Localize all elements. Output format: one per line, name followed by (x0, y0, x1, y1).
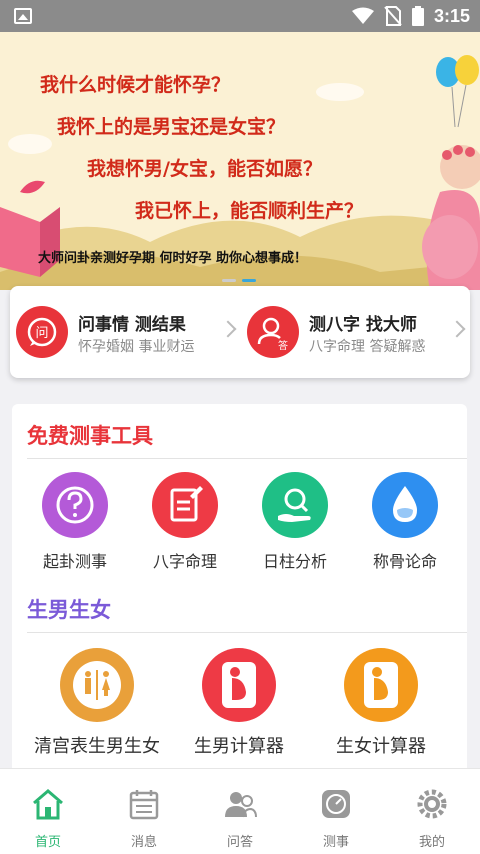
nav-qa[interactable]: 问答 (192, 769, 288, 854)
battery-icon (411, 6, 424, 26)
no-sim-icon (384, 6, 402, 26)
dial-icon (322, 790, 350, 818)
water-drop-icon (372, 472, 438, 538)
nav-label: 我的 (418, 835, 445, 850)
pregnant-icon (344, 648, 418, 722)
status-bar: 3:15 (0, 0, 480, 32)
quick-entry-title: 测八字 找大师 (309, 315, 417, 335)
gear-icon (417, 789, 447, 819)
home-icon (33, 789, 63, 820)
nav-label: 问答 (226, 835, 253, 850)
svg-text:答: 答 (278, 339, 288, 352)
divider (27, 632, 467, 633)
chevron-right-icon (219, 320, 237, 338)
tool-label: 称骨论命 (372, 552, 437, 571)
nav-home[interactable]: 首页 (0, 769, 96, 854)
nav-messages[interactable]: 消息 (96, 769, 192, 854)
promo-banner[interactable]: 我什么时候才能怀孕？ 我怀上的是男宝还是女宝？ 我想怀男/女宝，能否如愿？ 我已… (0, 32, 480, 290)
bazi-master-entry[interactable]: 答 测八字 找大师 八字命理 答疑解惑 (241, 286, 471, 378)
wifi-icon (351, 7, 374, 24)
banner-pager (222, 279, 256, 282)
image-notification-icon (14, 8, 32, 24)
tool-bazi[interactable]: 八字命理 (130, 472, 240, 572)
free-tools-title: 免费测事工具 (27, 424, 153, 448)
tool-qigua[interactable]: 起卦测事 (20, 472, 130, 572)
users-icon (225, 792, 257, 818)
gender-label: 生女计算器 (336, 736, 426, 757)
gender-boy-calculator[interactable]: 生男计算器 (164, 648, 314, 758)
tool-rizhu[interactable]: 日柱分析 (240, 472, 350, 572)
gender-section-title: 生男生女 (27, 598, 111, 622)
banner-tagline: 大师问卦亲测好孕期 何时好孕 助你心想事成！ (38, 251, 308, 266)
nav-fortune[interactable]: 测事 (288, 769, 384, 854)
calendar-icon (129, 790, 159, 820)
edit-document-icon (152, 472, 218, 538)
tool-label: 起卦测事 (42, 552, 107, 571)
restroom-icon (60, 648, 134, 722)
chevron-right-icon (448, 320, 466, 338)
divider (27, 458, 467, 459)
tool-chenggu[interactable]: 称骨论命 (350, 472, 460, 572)
nav-profile[interactable]: 我的 (384, 769, 480, 854)
clock: 3:15 (433, 5, 470, 26)
quick-entry-subtitle: 怀孕婚姻 事业财运 (78, 339, 195, 355)
tool-label: 日柱分析 (262, 552, 327, 571)
gender-label: 生男计算器 (194, 736, 284, 757)
banner-line-4: 我已怀上，能否顺利生产？ (135, 200, 364, 222)
nav-label: 首页 (34, 835, 61, 850)
question-mark-icon (42, 472, 108, 538)
nav-label: 消息 (130, 835, 157, 850)
pregnant-icon (202, 648, 276, 722)
banner-line-2: 我怀上的是男宝还是女宝？ (57, 116, 286, 138)
svg-text:问: 问 (35, 326, 48, 341)
question-chat-icon: 问 (16, 306, 68, 358)
bottom-navigation: 首页 消息 问答 测事 我的 (0, 768, 480, 854)
gender-qinggong-table[interactable]: 清宫表生男生女 (22, 648, 172, 758)
nav-label: 测事 (322, 835, 349, 850)
banner-line-3: 我想怀男/女宝，能否如愿？ (87, 158, 322, 180)
ask-question-entry[interactable]: 问 问事情 测结果 怀孕婚姻 事业财运 (10, 286, 240, 378)
quick-entry-title: 问事情 测结果 (78, 315, 186, 335)
master-answer-icon: 答 (247, 306, 299, 358)
quick-entry-subtitle: 八字命理 答疑解惑 (309, 339, 426, 355)
pager-dot (222, 279, 236, 282)
tools-card: 免费测事工具 起卦测事 八字命理 日柱分析 称骨论命 生男生女 清宫表生男生女 … (12, 404, 467, 774)
pager-dot-active (242, 279, 256, 282)
gender-label: 清宫表生男生女 (34, 736, 160, 757)
gender-girl-calculator[interactable]: 生女计算器 (306, 648, 456, 758)
tool-label: 八字命理 (152, 552, 217, 571)
magnifier-hand-icon (262, 472, 328, 538)
quick-entry-card: 问 问事情 测结果 怀孕婚姻 事业财运 答 测八字 找大师 八字命理 答疑解惑 (10, 286, 470, 378)
banner-line-1: 我什么时候才能怀孕？ (40, 74, 231, 96)
